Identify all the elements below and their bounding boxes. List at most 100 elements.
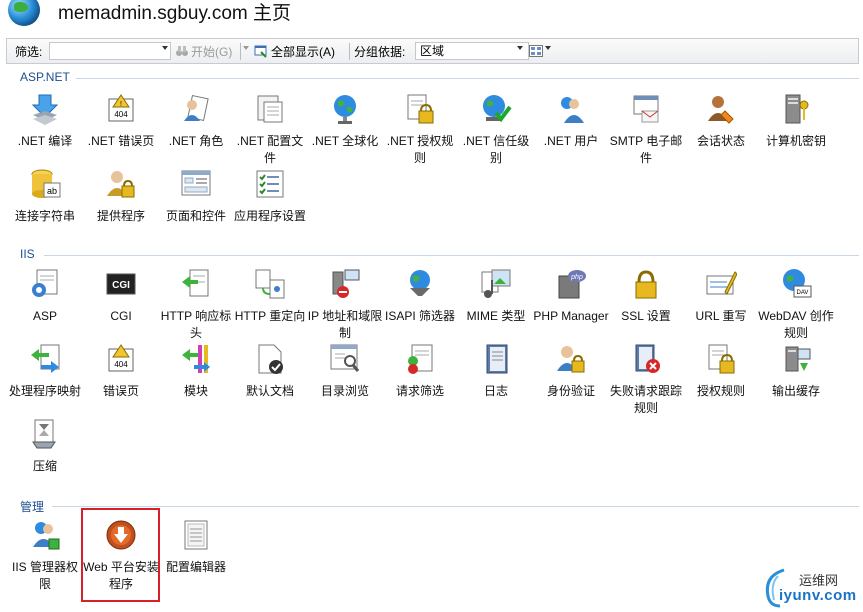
feature-isapi-filters[interactable]: ISAPI 筛选器 [382,268,458,325]
feature-webdav-authoring-rules[interactable]: DAV WebDAV 创作规则 [758,268,834,342]
manager-permissions-icon [33,522,60,550]
svg-text:ab: ab [47,186,57,196]
error-page-icon: 404 [108,344,134,372]
php-manager-icon: php [558,270,586,299]
filter-toolbar: 筛选: 开始(G) 全部显示(A) 分组依据: 区域 [6,38,859,64]
isapi-filter-icon [410,270,430,296]
feature-session-state[interactable]: 会话状态 [683,93,759,150]
page-title: memadmin.sgbuy.com 主页 [58,3,291,24]
default-document-icon [258,344,283,374]
cgi-icon: CGI [106,273,136,295]
group-by-chevron-down-icon[interactable] [517,46,523,50]
ssl-lock-icon [635,270,657,299]
feature-net-authorization-rules[interactable]: .NET 授权规则 [382,93,458,167]
pages-controls-icon [181,170,211,196]
feature-compression[interactable]: 压缩 [7,418,83,475]
users-icon [561,97,584,123]
svg-text:404: 404 [114,110,128,119]
feature-connection-strings[interactable]: ab 连接字符串 [7,168,83,225]
logging-icon [486,344,508,374]
feature-handler-mappings[interactable]: 处理程序映射 [7,343,83,400]
profile-icon [257,95,283,123]
feature-default-document[interactable]: 默认文档 [232,343,308,400]
svg-text:php: php [570,274,583,281]
session-state-icon [708,96,734,124]
show-all-button[interactable]: 全部显示(A) [271,43,335,60]
authorization-icon [407,94,434,124]
binoculars-icon [176,46,188,56]
start-dropdown-chevron-down-icon[interactable] [243,46,249,50]
show-all-icon [254,45,267,58]
feature-url-rewrite[interactable]: URL 重写 [683,268,759,325]
feature-authentication[interactable]: 身份验证 [533,343,609,400]
feature-net-globalization[interactable]: .NET 全球化 [307,93,383,150]
start-button[interactable]: 开始(G) [191,43,232,60]
http-headers-icon [182,269,209,297]
feature-cgi[interactable]: CGI CGI [83,268,159,325]
feature-net-error-pages[interactable]: ! 404 .NET 错误页 [83,93,159,150]
feature-http-redirect[interactable]: HTTP 重定向 [232,268,308,325]
feature-php-manager[interactable]: php PHP Manager [533,268,609,325]
machine-key-icon [785,94,809,124]
feature-ssl-settings[interactable]: SSL 设置 [608,268,684,325]
feature-providers[interactable]: 提供程序 [83,168,159,225]
failed-request-icon [635,344,660,373]
filter-label: 筛选: [15,45,43,59]
filter-dropdown-chevron-down-icon[interactable] [162,46,168,50]
globe-icon [334,95,356,124]
feature-mime-types[interactable]: MIME 类型 [458,268,534,325]
feature-output-caching[interactable]: 输出缓存 [758,343,834,400]
page-header: memadmin.sgbuy.com 主页 [0,0,863,36]
http-redirect-icon [255,269,285,299]
compile-icon [31,94,59,125]
section-aspnet-label: ASP.NET [20,70,70,84]
svg-text:404: 404 [114,360,128,369]
feature-http-response-headers[interactable]: HTTP 响应标头 [158,268,234,342]
feature-request-filtering[interactable]: 请求筛选 [382,343,458,400]
feature-net-roles[interactable]: .NET 角色 [158,93,234,150]
feature-iis-manager-permissions[interactable]: IIS 管理器权限 [7,519,83,593]
trust-level-icon [483,95,512,123]
asp-icon [32,269,58,297]
compression-icon [32,419,56,449]
feature-error-pages[interactable]: 404 错误页 [83,343,159,400]
feature-directory-browsing[interactable]: 目录浏览 [307,343,383,400]
svg-text:DAV: DAV [797,290,809,296]
feature-failed-request-tracing[interactable]: 失败请求跟踪规则 [608,343,684,417]
highlight-box [81,508,160,602]
mime-types-icon [481,269,511,298]
feature-modules[interactable]: 模块 [158,343,234,400]
filter-input[interactable] [49,42,171,60]
feature-smtp-email[interactable]: SMTP 电子邮件 [608,93,684,167]
feature-authorization-rules[interactable]: 授权规则 [683,343,759,400]
view-mode-icon[interactable] [529,44,543,58]
view-mode-chevron-down-icon[interactable] [545,46,551,50]
feature-logging[interactable]: 日志 [458,343,534,400]
handler-mappings-icon [31,344,60,373]
connection-string-icon: ab [31,169,61,198]
svg-text:!: ! [120,101,122,108]
directory-browsing-icon [330,344,360,372]
feature-machine-key[interactable]: 计算机密钥 [758,93,834,150]
request-filtering-icon [408,344,433,374]
configuration-editor-icon [184,520,208,550]
modules-icon [182,345,210,373]
group-by-select[interactable]: 区域 [415,42,529,60]
feature-asp[interactable]: ASP [7,268,83,325]
svg-text:CGI: CGI [112,280,130,291]
feature-net-compilation[interactable]: .NET 编译 [7,93,83,150]
feature-configuration-editor[interactable]: 配置编辑器 [158,519,234,576]
error-page-icon: ! 404 [108,94,134,122]
feature-application-settings[interactable]: 应用程序设置 [232,168,308,225]
feature-pages-and-controls[interactable]: 页面和控件 [158,168,234,225]
watermark-url: iyunv.com [779,587,857,604]
feature-net-profile[interactable]: .NET 配置文件 [232,93,308,167]
webdav-icon: DAV [783,269,812,298]
feature-net-users[interactable]: .NET 用户 [533,93,609,150]
section-management-label: 管理 [20,500,45,514]
ip-restrictions-icon [332,269,360,298]
authorization-icon [708,344,735,374]
feature-ip-domain-restrictions[interactable]: IP 地址和域限制 [307,268,383,342]
feature-net-trust-levels[interactable]: .NET 信任级别 [458,93,534,167]
site-globe-icon [8,0,40,26]
